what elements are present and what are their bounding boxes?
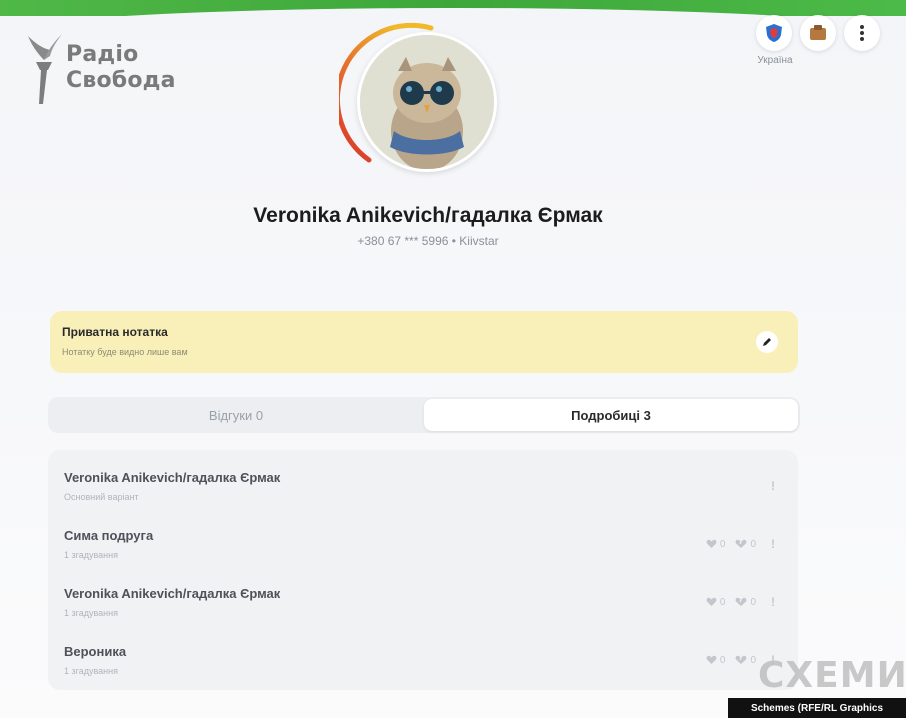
tab-reviews[interactable]: Відгуки 0 [48, 399, 424, 431]
note-subtitle: Нотатку буде видно лише вам [62, 347, 188, 357]
like-button[interactable]: 0 [706, 654, 726, 666]
like-count: 0 [719, 538, 726, 550]
profile-avatar [357, 32, 497, 172]
list-item-subtitle: 1 згадування [64, 666, 118, 676]
like-count: 0 [719, 654, 726, 666]
list-item[interactable]: Veronika Anikevich/гадалка Єрмак Основни… [48, 456, 798, 514]
list-item-name: Veronika Anikevich/гадалка Єрмак [64, 470, 281, 485]
list-item-actions: ! [766, 478, 780, 494]
dislike-button[interactable]: 0 [735, 597, 756, 608]
image-credit: Schemes (RFE/RL Graphics [728, 698, 906, 718]
dislike-count: 0 [750, 596, 756, 608]
report-button[interactable]: ! [766, 479, 780, 493]
note-title: Приватна нотатка [62, 325, 168, 339]
report-button[interactable]: ! [766, 595, 780, 609]
brand-logo: Радіо Свобода [22, 30, 182, 110]
edit-note-button[interactable] [756, 331, 778, 353]
brand-line-1: Радіо [66, 42, 139, 67]
shield-flag-icon [766, 24, 782, 42]
brand-line-2: Свобода [66, 68, 176, 93]
list-item-subtitle: 1 згадування [64, 608, 118, 618]
wallet-button[interactable] [800, 15, 836, 51]
like-count: 0 [719, 596, 726, 608]
dislike-count: 0 [750, 654, 756, 666]
list-item-actions: 0 0 ! [706, 594, 780, 610]
heart-icon [706, 655, 717, 664]
more-vertical-icon [860, 25, 864, 41]
list-item[interactable]: Veronika Anikevich/гадалка Єрмак 1 згаду… [48, 572, 798, 630]
names-list: Veronika Anikevich/гадалка Єрмак Основни… [48, 450, 798, 690]
tab-details[interactable]: Подробиці 3 [424, 399, 798, 431]
dislike-button[interactable]: 0 [735, 655, 756, 666]
like-button[interactable]: 0 [706, 596, 726, 608]
broken-heart-icon [736, 539, 747, 548]
list-item-subtitle: 1 згадування [64, 550, 118, 560]
app-screen: Радіо Свобода Україна Veronika Anikevich… [0, 0, 906, 718]
top-actions [756, 15, 896, 55]
list-item-name: Вероника [64, 644, 127, 659]
private-note-card[interactable]: Приватна нотатка Нотатку буде видно лише… [50, 311, 798, 373]
pencil-icon [763, 338, 771, 346]
schemes-watermark: СХЕМИ [758, 655, 906, 696]
wallet-icon [810, 25, 826, 40]
owl-avatar-icon [360, 35, 494, 169]
contact-phone: +380 67 *** 5996 • Kiivstar [357, 234, 499, 248]
list-item-subtitle: Основний варіант [64, 492, 139, 502]
broken-heart-icon [736, 655, 747, 664]
list-item-name: Сима подруга [64, 528, 154, 543]
broken-heart-icon [736, 597, 747, 606]
list-item-actions: 0 0 ! [706, 536, 780, 552]
contact-name: Veronika Anikevich/гадалка Єрмак [253, 204, 603, 227]
list-item-name: Veronika Anikevich/гадалка Єрмак [64, 586, 281, 601]
list-item[interactable]: Вероника 1 згадування 0 0 ! [48, 630, 798, 688]
dislike-button[interactable]: 0 [735, 539, 756, 550]
country-flag-button[interactable] [756, 15, 792, 51]
like-button[interactable]: 0 [706, 538, 726, 550]
heart-icon [706, 539, 717, 548]
more-options-button[interactable] [844, 15, 880, 51]
dislike-count: 0 [750, 538, 756, 550]
heart-icon [706, 597, 717, 606]
country-label: Україна [757, 55, 793, 66]
report-button[interactable]: ! [766, 537, 780, 551]
segmented-tabs: Відгуки 0 Подробиці 3 [48, 397, 800, 433]
torch-logo-icon [28, 34, 62, 104]
list-item[interactable]: Сима подруга 1 згадування 0 0 ! [48, 514, 798, 572]
